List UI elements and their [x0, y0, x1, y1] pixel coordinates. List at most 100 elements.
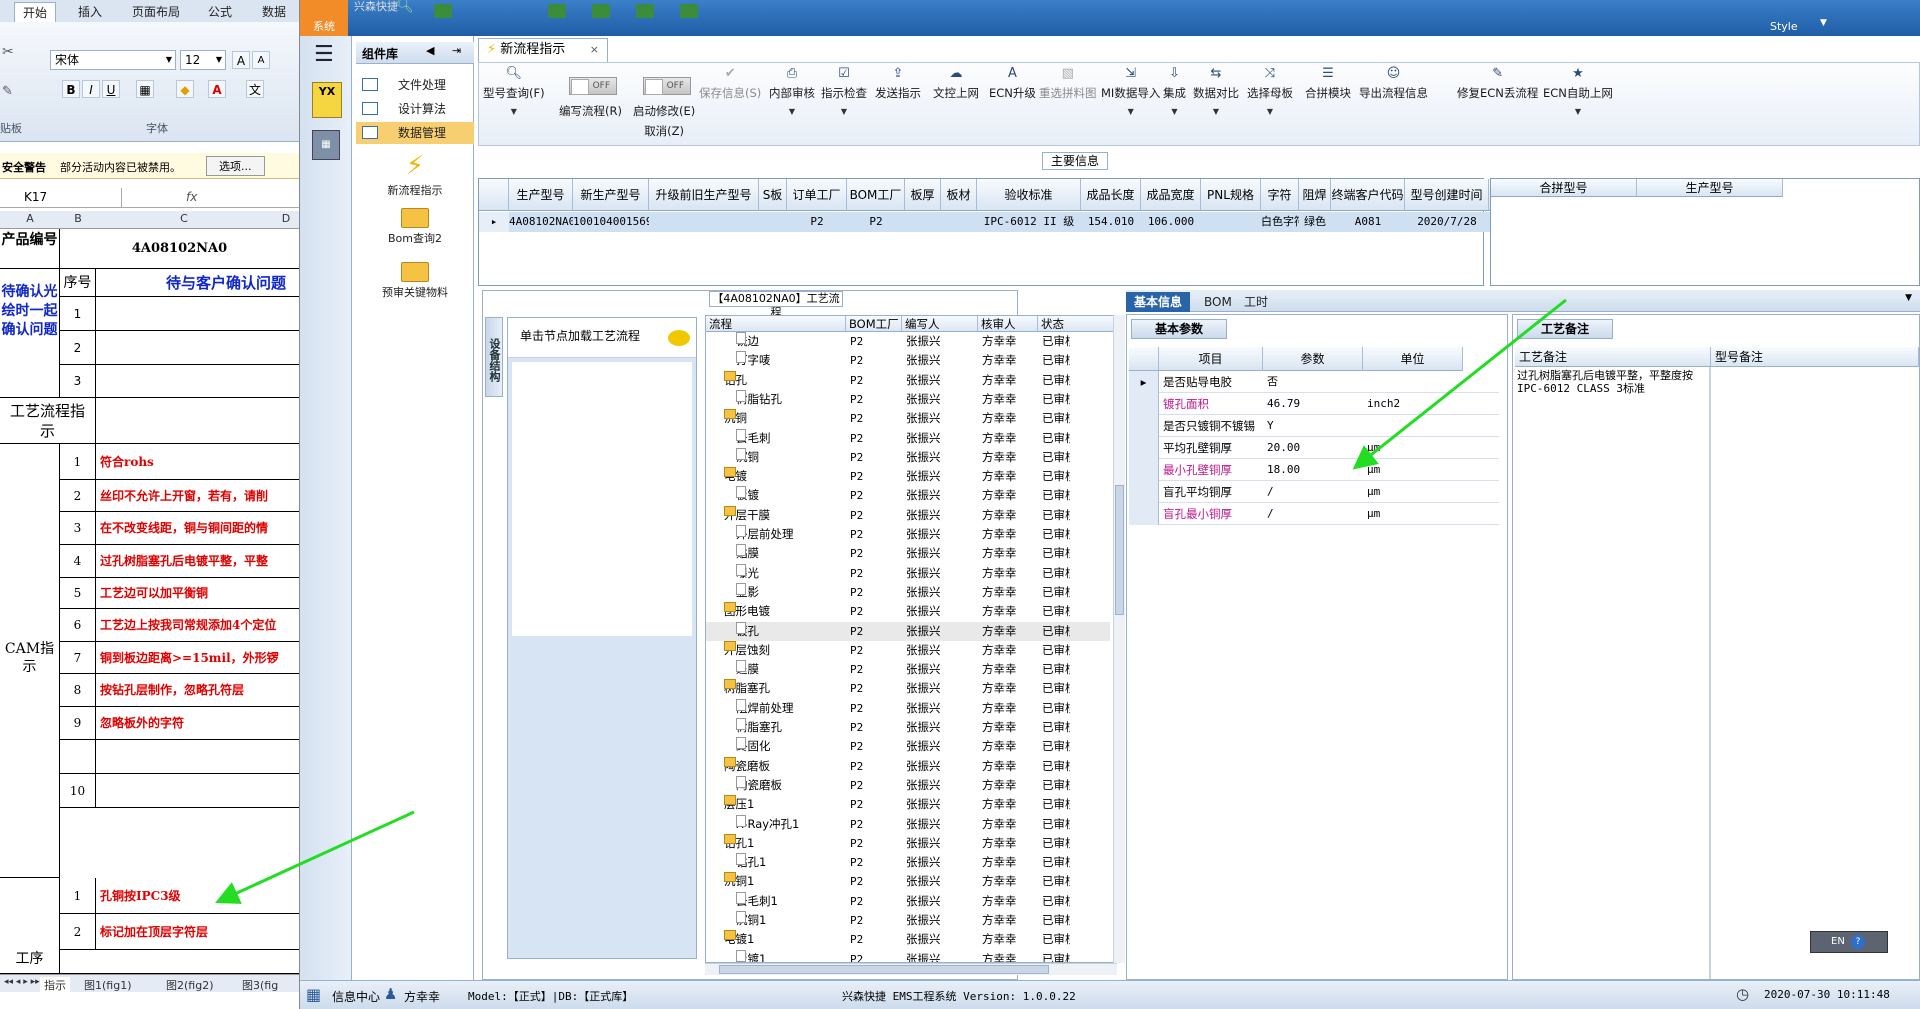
style-menu[interactable]: Style — [1770, 20, 1798, 33]
column-header[interactable]: 订单工厂 — [787, 179, 847, 211]
hamburger-menu-icon[interactable]: ☰ — [314, 42, 334, 67]
grow-font-button[interactable]: A — [232, 51, 250, 69]
quick-access-icon[interactable] — [680, 4, 698, 18]
cam-seq-cell[interactable]: 3 — [60, 512, 96, 545]
production-model-header[interactable]: 生产型号 — [1637, 179, 1783, 197]
item-column-header[interactable]: 项目 — [1159, 347, 1263, 371]
cam-text-cell[interactable]: 过孔树脂塞孔后电镀平整，平整 — [96, 545, 299, 578]
row-selector[interactable]: ▸ — [1129, 371, 1159, 393]
process-remark-text[interactable]: 过孔树脂塞孔后电镀平整，平整度按IPC-6012 CLASS 3标准 — [1517, 369, 1697, 395]
text-cell[interactable] — [96, 398, 299, 444]
table-cell[interactable]: 4A08102NA0 — [509, 212, 573, 232]
column-header[interactable]: 阻焊 — [1299, 179, 1331, 211]
param-value[interactable]: 46.79 — [1267, 393, 1363, 415]
language-indicator[interactable]: EN ? — [1810, 931, 1888, 953]
tree-row[interactable]: −外层干膜 P2 张振兴 方幸幸 已审核 — [706, 505, 1110, 525]
search-icon[interactable]: 🔍︎ — [396, 0, 414, 14]
toolbar-button-10[interactable]: ⇲ MI数据导入 ▼ — [1101, 67, 1160, 117]
param-row[interactable]: 平均孔壁铜厚 20.00 μm — [1129, 437, 1499, 459]
table-cell[interactable]: 106.000 — [1141, 212, 1201, 232]
toolbar-button-11[interactable]: ⇩ 集成 ▼ — [1163, 67, 1186, 117]
tree-row[interactable]: 沉铜 P2 张振兴 方幸幸 已审核 — [706, 447, 1110, 467]
font-color-button[interactable]: A — [208, 80, 226, 98]
tree-row[interactable]: −钻孔1 P2 张振兴 方幸幸 已审核 — [706, 833, 1110, 853]
column-header[interactable]: A — [0, 212, 60, 225]
chevron-down-icon[interactable]: ▼ — [821, 107, 867, 116]
column-header[interactable]: 成品宽度 — [1141, 179, 1201, 211]
param-value[interactable]: 20.00 — [1267, 437, 1363, 459]
action-key-material[interactable]: 预审关键物料 — [356, 262, 474, 300]
process-remark-header[interactable]: 工艺备注 — [1515, 347, 1711, 367]
tree-node[interactable]: 打字唛 — [736, 351, 844, 370]
tree-row[interactable]: −图形电镀 P2 张振兴 方幸幸 已审核 — [706, 602, 1110, 621]
cam-seq-cell[interactable]: 2 — [60, 480, 96, 512]
confirm-label[interactable]: 待确认光绘时一起确认问题 — [0, 269, 60, 398]
toolbar-button-12[interactable]: ⇆ 数据对比 ▼ — [1193, 67, 1239, 117]
tree-row[interactable]: 沉铜1 P2 张振兴 方幸幸 已审核 — [706, 911, 1110, 930]
tree-row[interactable]: −钻孔 P2 张振兴 方幸幸 已审核 — [706, 370, 1110, 390]
cam-seq-cell[interactable] — [60, 740, 96, 774]
row-selector[interactable]: ▸ — [479, 212, 509, 232]
underline-button[interactable]: U — [102, 80, 120, 98]
param-row[interactable]: 盲孔最小铜厚 / μm — [1129, 503, 1499, 525]
tree-row[interactable]: 铣边 P2 张振兴 方幸幸 已审核 — [706, 332, 1110, 351]
flow-node-list[interactable] — [512, 362, 692, 636]
tree-node[interactable]: 去毛刺1 — [736, 891, 844, 911]
quick-access-icon[interactable] — [548, 4, 566, 18]
value-column-header[interactable]: 参数 — [1263, 347, 1363, 371]
chevron-down-icon[interactable]: ▼ — [769, 107, 815, 116]
tree-node[interactable]: −电镀1 — [724, 930, 844, 949]
tree-node[interactable]: 显影 — [736, 582, 844, 602]
tree-node[interactable]: −钻孔1 — [724, 833, 844, 853]
tree-row[interactable]: −沉铜1 P2 张振兴 方幸幸 已审核 — [706, 872, 1110, 891]
fx-icon[interactable]: fx — [186, 190, 197, 204]
tree-row[interactable]: 阻焊前处理 P2 张振兴 方幸幸 已审核 — [706, 698, 1110, 718]
column-header[interactable]: C — [96, 212, 272, 225]
tab-bom[interactable]: BOM — [1196, 292, 1240, 312]
help-icon[interactable]: ? — [1851, 935, 1865, 949]
scroll-thumb[interactable] — [1115, 485, 1124, 615]
tree-row[interactable]: 树脂钻孔 P2 张振兴 方幸幸 已审核 — [706, 389, 1110, 409]
chevron-down-icon[interactable]: ▼ — [1163, 107, 1186, 116]
column-header[interactable]: 字符 — [1261, 179, 1299, 211]
tree-row[interactable]: 去毛刺 P2 张振兴 方幸幸 已审核 — [706, 428, 1110, 448]
chevron-down-icon[interactable]: ▼ — [1905, 293, 1912, 303]
tree-node[interactable]: 终固化 — [736, 737, 844, 756]
toolbar-button-15[interactable]: ☺ 导出流程信息 — [1359, 67, 1428, 101]
merge-model-header[interactable]: 合拼型号 — [1491, 179, 1637, 197]
tree-node[interactable]: −树脂塞孔 — [724, 679, 844, 698]
tree-node[interactable]: −外层干膜 — [724, 505, 844, 525]
tree-vertical-scrollbar[interactable] — [1113, 315, 1125, 963]
cam-seq-cell[interactable]: 9 — [60, 707, 96, 740]
basic-params-tab[interactable]: 基本参数 — [1131, 319, 1227, 339]
table-cell[interactable] — [905, 212, 941, 232]
chevron-left-icon[interactable]: ◀ — [426, 44, 434, 57]
chevron-down-icon[interactable]: ▼ — [1820, 18, 1827, 28]
calculator-icon[interactable]: ▦ — [312, 130, 340, 160]
tree-node[interactable]: 外层前处理 — [736, 525, 844, 544]
paste-icon[interactable]: ✂ — [2, 44, 14, 60]
param-row[interactable]: 是否只镀铜不镀锡 Y — [1129, 415, 1499, 437]
tree-node[interactable]: 铣边 — [736, 332, 844, 351]
row-selector[interactable] — [1129, 415, 1159, 437]
tree-node[interactable]: −层压1 — [724, 795, 844, 814]
device-structure-tab[interactable]: 设备结构 — [485, 317, 503, 397]
param-row[interactable]: 盲孔平均铜厚 / μm — [1129, 481, 1499, 503]
quick-access-icon[interactable] — [636, 4, 654, 18]
cam-text-cell[interactable] — [96, 774, 299, 808]
sheet-tab[interactable]: 图2(fig2) — [166, 977, 214, 993]
confirm-header[interactable]: 待与客户确认问题 — [96, 269, 299, 297]
sheet-nav-icon[interactable]: ◂◂ ◂ ▸ ▸▸ — [4, 977, 40, 987]
tree-row[interactable]: 曝光 P2 张振兴 方幸幸 已审核 — [706, 563, 1110, 583]
column-header[interactable]: 验收标准 — [977, 179, 1081, 211]
row-selector[interactable] — [1129, 437, 1159, 459]
format-painter-icon[interactable]: ✎ — [2, 84, 13, 99]
excel-tab-home[interactable]: 开始 — [14, 2, 57, 22]
excel-tab-data[interactable]: 数据 — [254, 2, 294, 22]
phonetic-icon[interactable]: 文 — [246, 80, 264, 98]
grid-icon[interactable]: ▦ — [306, 985, 321, 1004]
action-new-flow[interactable]: ⚡ 新流程指示 — [356, 152, 474, 198]
column-header[interactable]: PNL规格 — [1201, 179, 1261, 211]
product-no-value[interactable]: 4A08102NA0 — [60, 229, 299, 269]
toggle-switch[interactable]: OFF — [569, 77, 617, 95]
